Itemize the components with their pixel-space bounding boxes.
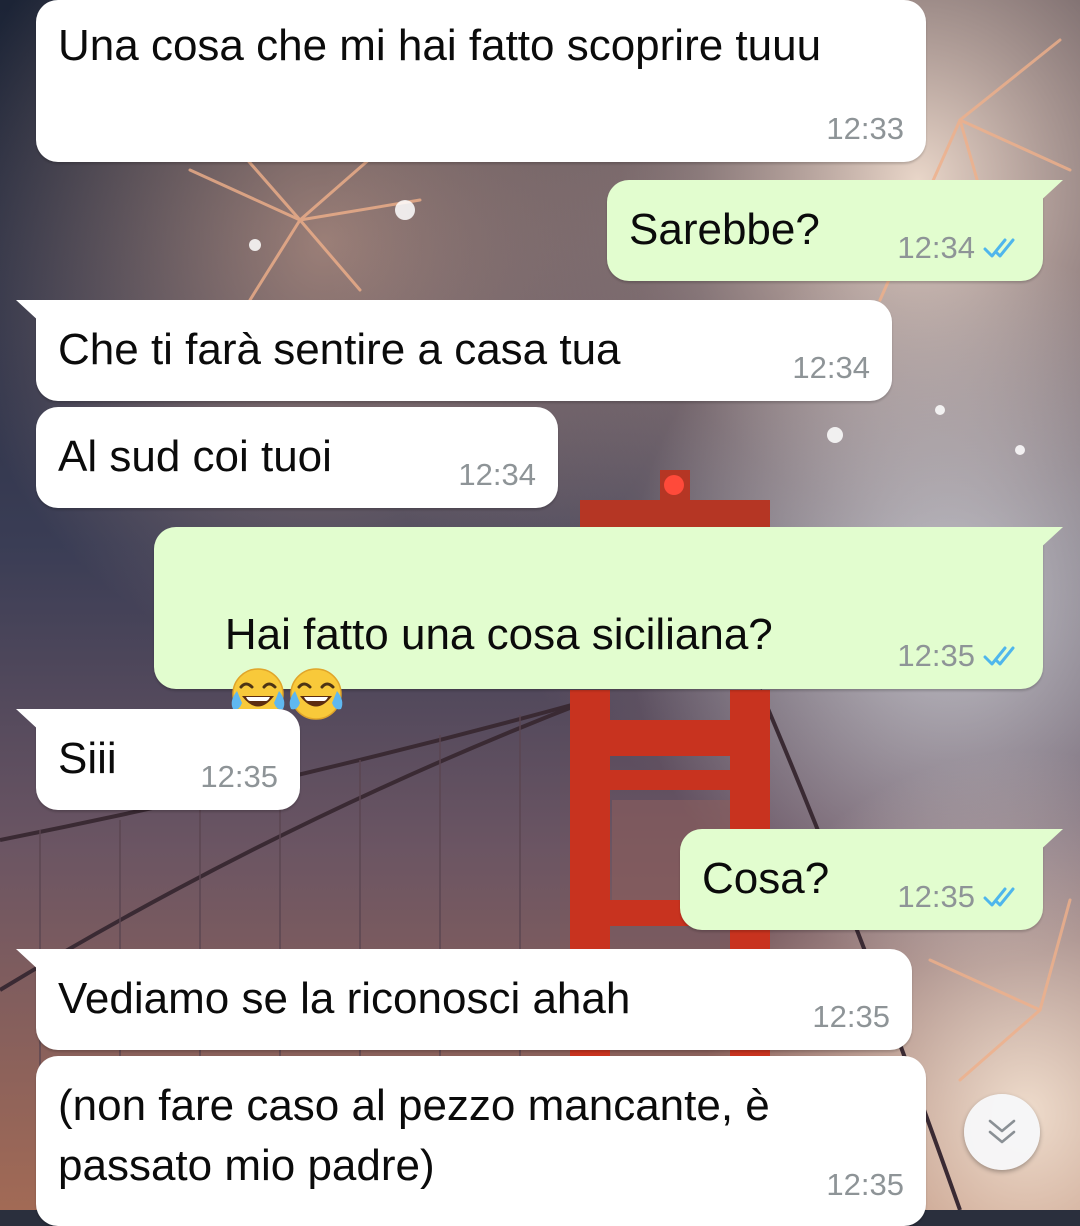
message-meta: 12:34 [897, 231, 1021, 265]
message-bubble-incoming[interactable]: Vediamo se la riconosci ahah 12:35 [16, 949, 912, 1050]
message-text: Una cosa che mi hai fatto scoprire tuuu [58, 21, 822, 70]
double-check-icon [983, 887, 1015, 907]
message-bubble-incoming[interactable]: (non fare caso al pezzo mancante, è pass… [36, 1056, 926, 1226]
face-with-tears-of-joy-icon [289, 668, 343, 720]
message-meta: 12:35 [812, 1000, 890, 1034]
message-meta: 12:33 [826, 112, 904, 146]
message-time: 12:34 [897, 230, 975, 265]
message-bubble-outgoing[interactable]: Cosa? 12:35 [680, 829, 1063, 930]
message-meta: 12:35 [200, 760, 278, 794]
message-bubble-incoming[interactable]: Al sud coi tuoi 12:34 [36, 407, 558, 508]
message-text: (non fare caso al pezzo mancante, è pass… [58, 1081, 782, 1190]
message-meta: 12:35 [897, 639, 1021, 673]
message-meta: 12:35 [826, 1168, 904, 1202]
bubble-tail [1037, 527, 1063, 551]
bubble-tail [16, 949, 42, 973]
message-bubble-incoming[interactable]: Una cosa che mi hai fatto scoprire tuuu … [36, 0, 926, 162]
message-meta: 12:34 [792, 351, 870, 385]
message-time: 12:35 [897, 879, 975, 914]
bubble-tail [1037, 829, 1063, 853]
message-text: Vediamo se la riconosci ahah [58, 974, 631, 1023]
bubble-tail [1037, 180, 1063, 204]
scroll-to-bottom-button[interactable] [964, 1094, 1040, 1170]
double-check-icon [983, 646, 1015, 666]
message-bubble-incoming[interactable]: Che ti farà sentire a casa tua 12:34 [16, 300, 892, 401]
message-text: Che ti farà sentire a casa tua [58, 325, 621, 374]
chevrons-down-icon [988, 1119, 1016, 1144]
message-text: Hai fatto una cosa siciliana? [224, 610, 773, 659]
message-time: 12:33 [826, 111, 904, 146]
message-time: 12:34 [792, 350, 870, 385]
message-text-row: Hai fatto una cosa siciliana? [176, 545, 1023, 789]
message-time: 12:35 [200, 759, 278, 794]
message-time: 12:34 [458, 457, 536, 492]
double-check-icon [983, 238, 1015, 258]
message-time: 12:35 [826, 1167, 904, 1202]
message-bubble-incoming[interactable]: Siii 12:35 [16, 709, 300, 810]
message-meta: 12:35 [897, 880, 1021, 914]
message-meta: 12:34 [458, 458, 536, 492]
message-time: 12:35 [812, 999, 890, 1034]
message-bubble-outgoing[interactable]: Sarebbe? 12:34 [607, 180, 1063, 281]
bubble-tail [16, 709, 42, 733]
message-bubble-outgoing[interactable]: Hai fatto una cosa siciliana? 12:35 [154, 527, 1063, 720]
message-time: 12:35 [897, 638, 975, 673]
bubble-tail [16, 300, 42, 324]
